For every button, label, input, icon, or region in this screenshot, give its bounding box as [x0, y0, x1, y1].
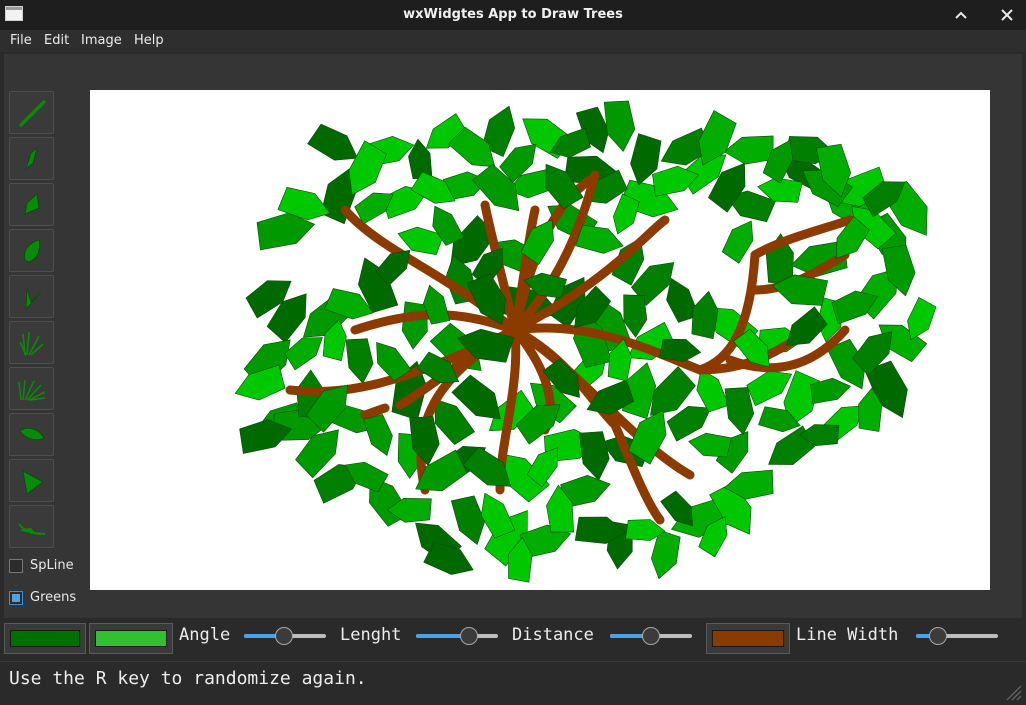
leaf — [450, 495, 486, 546]
status-bar: Use the R key to randomize again. — [0, 661, 1026, 705]
leaf — [612, 193, 640, 235]
greens-checkbox[interactable] — [9, 590, 23, 605]
leaf — [698, 110, 737, 166]
leaf — [480, 492, 516, 539]
line-width-slider[interactable] — [916, 627, 998, 645]
maximize-button[interactable] — [950, 4, 972, 26]
leaf — [721, 220, 754, 264]
leaf — [345, 338, 374, 384]
title-bar: wxWidgtes App to Draw Trees — [0, 0, 1026, 30]
oval-leaf-tool-button[interactable] — [9, 413, 54, 456]
slider-fill — [244, 634, 279, 638]
line-tool-button[interactable] — [9, 91, 54, 134]
tree-drawing — [234, 100, 937, 583]
line-width-label: Line Width — [796, 625, 899, 645]
leaf — [363, 414, 393, 456]
branch — [360, 403, 390, 420]
leaf — [284, 337, 323, 371]
round-leaf-tool-button[interactable] — [9, 229, 54, 272]
slider-handle[interactable] — [460, 627, 478, 645]
leaf-dark-color-swatch — [10, 630, 80, 647]
menu-bar: File Edit Image Help — [0, 30, 1026, 52]
swoosh-leaf-tool-button[interactable] — [9, 505, 54, 548]
grass-icon — [18, 331, 44, 356]
status-message: Use the R key to randomize again. — [9, 668, 367, 689]
leaf — [723, 135, 774, 165]
angle-label: Angle — [179, 625, 231, 645]
branch-color-swatch — [712, 630, 784, 647]
drawing-canvas[interactable] — [90, 90, 990, 590]
distance-label: Distance — [512, 625, 594, 645]
slider-fill — [416, 634, 464, 638]
angle-slider[interactable] — [244, 627, 326, 645]
leaf — [696, 368, 729, 413]
triangle-leaf-tool-button[interactable] — [9, 459, 54, 502]
leaf — [660, 490, 693, 527]
length-slider[interactable] — [416, 627, 498, 645]
distance-slider[interactable] — [610, 627, 692, 645]
swoosh-leaf-icon — [17, 522, 45, 535]
slider-handle[interactable] — [642, 627, 660, 645]
menu-help[interactable]: Help — [134, 33, 164, 48]
leaf — [307, 123, 359, 161]
leaf — [401, 301, 428, 350]
leaf — [724, 387, 755, 436]
wide-leaf-icon — [23, 192, 39, 215]
oval-leaf-icon — [18, 427, 45, 440]
spline-option[interactable]: SpLine — [9, 558, 74, 573]
narrow-leaf-icon — [24, 146, 38, 170]
window-title: wxWidgtes App to Draw Trees — [403, 7, 623, 22]
fern-tool-button[interactable] — [9, 367, 54, 410]
leaf — [659, 338, 702, 362]
greens-option[interactable]: Greens — [9, 590, 76, 605]
leaf-light-color-swatch — [95, 630, 167, 647]
spline-checkbox[interactable] — [9, 558, 23, 573]
resize-grip-icon[interactable] — [1004, 683, 1022, 701]
split-leaf-icon — [25, 287, 41, 310]
leaf — [575, 224, 624, 254]
close-icon — [1001, 9, 1013, 21]
slider-fill — [610, 634, 646, 638]
greens-label: Greens — [30, 590, 77, 605]
line-icon — [18, 99, 46, 127]
leaf — [578, 431, 610, 481]
leaf — [688, 432, 732, 458]
fern-icon — [17, 379, 45, 401]
length-label: Lenght — [340, 625, 402, 645]
slider-handle[interactable] — [275, 627, 293, 645]
split-leaf-tool-button[interactable] — [9, 275, 54, 318]
menu-image[interactable]: Image — [81, 33, 122, 48]
chevron-up-icon — [955, 11, 967, 19]
leaf — [691, 290, 719, 340]
triangle-leaf-icon — [21, 469, 44, 495]
menu-edit[interactable]: Edit — [44, 33, 69, 48]
grass-tool-button[interactable] — [9, 321, 54, 364]
branch-color-button[interactable] — [706, 623, 790, 654]
leaf — [603, 100, 636, 152]
narrow-leaf-tool-button[interactable] — [9, 137, 54, 180]
spline-label: SpLine — [30, 558, 74, 573]
slider-handle[interactable] — [929, 627, 947, 645]
wide-leaf-tool-button[interactable] — [9, 183, 54, 226]
leaf — [907, 296, 937, 341]
menu-file[interactable]: File — [10, 33, 32, 48]
close-button[interactable] — [996, 4, 1018, 26]
leaf-dark-color-button[interactable] — [4, 623, 86, 654]
leaf-light-color-button[interactable] — [89, 623, 173, 654]
round-leaf-icon — [23, 239, 40, 262]
